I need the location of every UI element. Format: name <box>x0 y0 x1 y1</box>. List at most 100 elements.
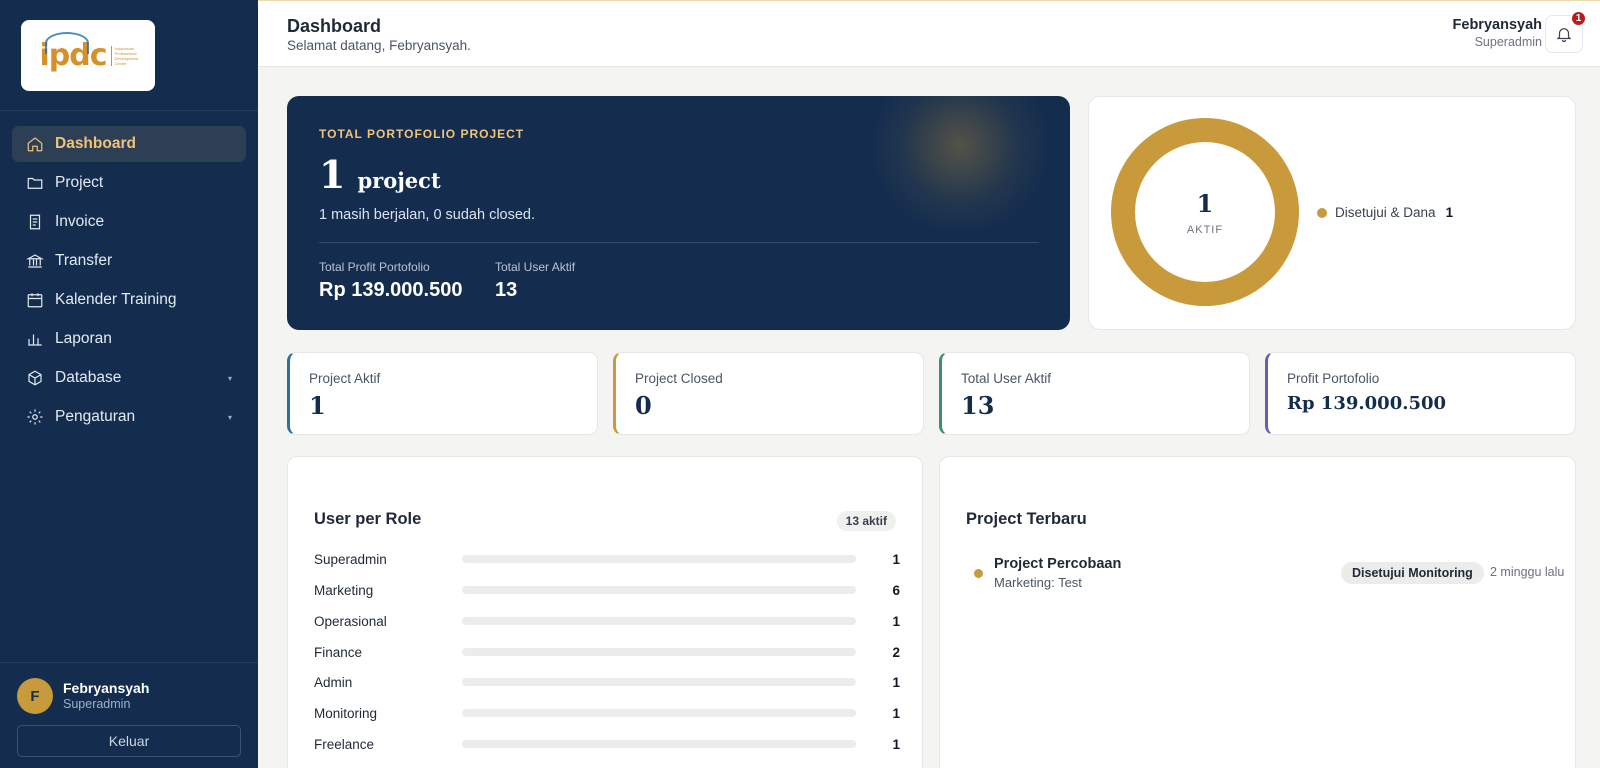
hero-stat-profit: Total Profit Portofolio Rp 139.000.500 <box>319 260 462 302</box>
role-count: 2 <box>892 644 900 660</box>
stat-value: 13 <box>961 391 995 420</box>
sidebar-item-laporan[interactable]: Laporan <box>12 321 246 357</box>
project-list-item[interactable]: Project Percobaan Marketing: Test Disetu… <box>966 556 1566 596</box>
role-row: Superadmin 1 <box>314 549 900 569</box>
active-count-badge: 13 aktif <box>836 511 896 531</box>
sidebar-item-label: Transfer <box>55 252 113 269</box>
sidebar-nav: Dashboard Project Invoice Transfer Kalen… <box>12 126 246 438</box>
project-terbaru-panel: Project Terbaru Project Percobaan Market… <box>939 456 1576 768</box>
logout-button[interactable]: Keluar <box>17 725 241 757</box>
cube-icon <box>26 369 44 387</box>
role-name: Finance <box>314 644 363 660</box>
hero-stat-label: Total User Aktif <box>495 260 576 274</box>
sidebar-item-kalender-training[interactable]: Kalender Training <box>12 282 246 318</box>
role-name: Admin <box>314 674 353 690</box>
hero-stat-value: Rp 139.000.500 <box>319 279 463 301</box>
legend-count: 1 <box>1445 205 1454 220</box>
legend-dot <box>1317 207 1327 218</box>
bar-chart-icon <box>26 330 44 348</box>
role-count: 1 <box>892 736 900 752</box>
sidebar-item-label: Kalender Training <box>55 291 177 308</box>
user-per-role-panel: User per Role 13 aktif Superadmin 1 Mark… <box>287 456 923 768</box>
stat-card-project-closed: Project Closed 0 <box>613 352 924 435</box>
page-subtitle: Selamat datang, Febryansyah. <box>287 38 471 53</box>
role-count: 1 <box>892 613 900 629</box>
sidebar-item-invoice[interactable]: Invoice <box>12 204 246 240</box>
chevron-down-icon: ▾ <box>227 374 232 383</box>
role-name: Freelance <box>314 736 375 752</box>
role-name: Marketing <box>314 582 374 598</box>
decorative-glow <box>870 96 1050 236</box>
donut-legend-item: Disetujui & Dana 1 <box>1317 205 1453 220</box>
notification-badge: 1 <box>1570 10 1587 27</box>
sidebar-item-transfer[interactable]: Transfer <box>12 243 246 279</box>
portfolio-label: TOTAL PORTOFOLIO PROJECT <box>319 127 525 141</box>
role-row: Freelance 1 <box>314 734 900 754</box>
sidebar-item-label: Pengaturan <box>55 408 136 425</box>
page-title: Dashboard <box>287 16 382 36</box>
role-count: 1 <box>892 674 900 690</box>
brand-logo[interactable]: ipdc Indonesian Professional Development… <box>21 20 155 91</box>
role-row: Admin 1 <box>314 672 900 692</box>
sidebar-item-label: Invoice <box>55 213 105 230</box>
role-name: Monitoring <box>314 705 378 721</box>
stat-card-total-user-aktif: Total User Aktif 13 <box>939 352 1250 435</box>
notification-button[interactable]: 1 <box>1545 10 1587 53</box>
gear-icon <box>26 408 44 426</box>
stat-value: 0 <box>635 391 652 420</box>
sidebar-item-database[interactable]: Database ▾ <box>12 360 246 396</box>
role-bar <box>462 740 856 748</box>
document-icon <box>26 213 44 231</box>
stat-label: Project Aktif <box>309 371 381 386</box>
role-bar <box>462 648 856 656</box>
avatar: F <box>17 678 53 714</box>
role-row: Operasional 1 <box>314 611 900 631</box>
stat-label: Total User Aktif <box>961 371 1052 386</box>
sidebar-item-label: Project <box>55 174 104 191</box>
donut-center-label: AKTIF <box>1186 223 1224 236</box>
chevron-down-icon: ▾ <box>227 413 232 422</box>
top-header: Dashboard Selamat datang, Febryansyah. F… <box>258 0 1600 67</box>
bank-icon <box>26 252 44 270</box>
sidebar-item-label: Laporan <box>55 330 112 347</box>
role-count: 1 <box>892 551 900 567</box>
bell-icon <box>1556 28 1572 43</box>
sidebar-item-label: Database <box>55 369 122 386</box>
project-subtitle: Marketing: Test <box>994 575 1082 590</box>
hero-stat-value: 13 <box>495 279 518 301</box>
header-user[interactable]: Febryansyah Superadmin <box>1453 17 1542 49</box>
sidebar-item-dashboard[interactable]: Dashboard <box>12 126 246 162</box>
legend-label: Disetujui & Dana <box>1335 205 1436 220</box>
hero-stat-label: Total Profit Portofolio <box>319 260 430 274</box>
role-name: Superadmin <box>314 551 387 567</box>
status-donut-card: 1 AKTIF Disetujui & Dana 1 <box>1088 96 1576 330</box>
role-bar <box>462 555 856 563</box>
stat-value: Rp 139.000.500 <box>1287 393 1447 414</box>
project-timestamp: 2 minggu lalu <box>1490 565 1565 579</box>
role-bar <box>462 678 856 686</box>
portfolio-count: 1 <box>319 152 346 197</box>
folder-icon <box>26 174 44 192</box>
sidebar-item-pengaturan[interactable]: Pengaturan ▾ <box>12 399 246 435</box>
stat-card-project-aktif: Project Aktif 1 <box>287 352 598 435</box>
role-count: 6 <box>892 582 900 598</box>
logo-subtitle: Indonesian Professional Development Cent… <box>110 45 138 66</box>
role-row: Marketing 6 <box>314 580 900 600</box>
portfolio-value: 1 project <box>319 152 441 197</box>
role-bar <box>462 709 856 717</box>
panel-title: Project Terbaru <box>966 510 1087 528</box>
home-icon <box>26 135 44 153</box>
sidebar-user-role: Superadmin <box>63 697 131 711</box>
role-bar <box>462 586 856 594</box>
role-row: Monitoring 1 <box>314 703 900 723</box>
portfolio-summary-card: TOTAL PORTOFOLIO PROJECT 1 project 1 mas… <box>287 96 1070 330</box>
sidebar-item-project[interactable]: Project <box>12 165 246 201</box>
portfolio-note: 1 masih berjalan, 0 sudah closed. <box>319 207 536 223</box>
status-badge: Disetujui Monitoring <box>1341 562 1484 584</box>
status-donut-chart: 1 AKTIF <box>1111 118 1299 306</box>
portfolio-unit: project <box>357 168 441 193</box>
role-bar <box>462 617 856 625</box>
header-user-role: Superadmin <box>1474 35 1542 49</box>
header-user-name: Febryansyah <box>1452 17 1542 33</box>
sidebar: ipdc Indonesian Professional Development… <box>0 0 258 768</box>
